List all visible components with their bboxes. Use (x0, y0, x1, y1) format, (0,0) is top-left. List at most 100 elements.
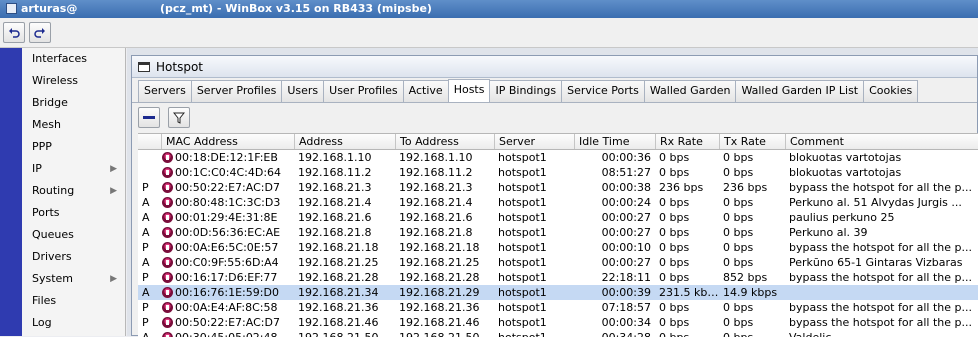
cell-address: 192.168.11.2 (298, 166, 372, 179)
sidebar-item-files[interactable]: Files (22, 290, 125, 312)
tab-cookies[interactable]: Cookies (863, 80, 919, 102)
column-header-tx-rate[interactable]: Tx Rate (720, 134, 786, 149)
tab-users[interactable]: Users (281, 80, 325, 102)
table-row[interactable]: 00:18:DE:12:1F:EB 192.168.1.10 192.168.1.1… (138, 150, 978, 165)
table-row[interactable]: A 00:C0:9F:55:6D:A4 192.168.21.25 192.168.2… (138, 255, 978, 270)
sidebar-item-routing[interactable]: Routing ▶ (22, 180, 125, 202)
cell-comment: bypass the hotspot for all the p... (789, 271, 972, 284)
hotspot-host-icon (162, 182, 173, 193)
column-header-to-address[interactable]: To Address (396, 134, 495, 149)
cell-comment: blokuotas vartotojas (789, 151, 902, 164)
tab-server-profiles[interactable]: Server Profiles (190, 80, 283, 102)
column-header-server[interactable]: Server (495, 134, 575, 149)
tab-walled-garden[interactable]: Walled Garden (643, 80, 737, 102)
sidebar-item-log[interactable]: Log (22, 312, 125, 334)
cell-flag: P (142, 316, 149, 329)
cell-flag (138, 165, 162, 180)
cell-mac: 00:0A:E6:5C:0E:57 (162, 240, 295, 255)
minus-icon (143, 116, 155, 119)
cell-idle: 00:00:36 (601, 151, 651, 164)
tab-ip-bindings[interactable]: IP Bindings (489, 80, 563, 102)
cell-to: 192.168.21.18 (399, 241, 480, 254)
sidebar-item-wireless[interactable]: Wireless (22, 70, 125, 92)
cell-server: hotspot1 (498, 196, 547, 209)
sidebar-item-label: Mesh (32, 118, 61, 131)
table-row[interactable]: P 00:50:22:E7:AC:D7 192.168.21.46 192.168.2… (138, 315, 978, 330)
sidebar-brand-strip (0, 48, 22, 336)
table-header: MAC Address Address To Address Server Idle T… (138, 134, 978, 150)
remove-button[interactable] (138, 107, 160, 128)
mac-address-text: 00:50:22:E7:AC:D7 (175, 316, 280, 329)
cell-tx: 0 bps (723, 166, 754, 179)
mac-address-text: 00:0A:E4:AF:8C:58 (175, 301, 278, 314)
table-row[interactable]: P 00:0A:E4:AF:8C:58 192.168.21.36 192.168.2… (138, 300, 978, 315)
hotspot-host-icon (162, 287, 173, 298)
column-header-rx-rate[interactable]: Rx Rate (656, 134, 720, 149)
redo-button[interactable] (29, 22, 51, 43)
hotspot-window-titlebar[interactable]: Hotspot (132, 56, 977, 78)
cell-rx: 0 bps (659, 271, 690, 284)
submenu-arrow-icon: ▶ (110, 164, 117, 174)
cell-idle: 00:00:10 (601, 241, 651, 254)
column-header-flag[interactable] (138, 134, 162, 149)
column-header-address[interactable]: Address (295, 134, 396, 149)
undo-icon (9, 27, 20, 38)
tab-user-profiles[interactable]: User Profiles (323, 80, 404, 102)
cell-mac: 00:50:22:E7:AC:D7 (162, 180, 295, 195)
column-header-mac-address[interactable]: MAC Address (162, 134, 295, 149)
cell-address: 192.168.1.10 (298, 151, 372, 164)
tab-servers[interactable]: Servers (138, 80, 192, 102)
sidebar-item-label: IP (32, 162, 42, 175)
sidebar-item-ports[interactable]: Ports (22, 202, 125, 224)
sidebar-item-system[interactable]: System ▶ (22, 268, 125, 290)
table-row[interactable]: A 00:80:48:1C:3C:D3 192.168.21.4 192.168.21… (138, 195, 978, 210)
sidebar-item-interfaces[interactable]: Interfaces (22, 48, 125, 70)
table-row[interactable]: P 00:0A:E6:5C:0E:57 192.168.21.18 192.168.2… (138, 240, 978, 255)
cell-address: 192.168.21.34 (298, 286, 379, 299)
cell-comment: bypass the hotspot for all the p... (789, 241, 972, 254)
mac-address-text: 00:C0:9F:55:6D:A4 (175, 256, 279, 269)
table-row[interactable]: P 00:16:17:D6:EF:77 192.168.21.28 192.168.2… (138, 270, 978, 285)
table-row[interactable]: 00:1C:C0:4C:4D:64 192.168.11.2 192.168.11.… (138, 165, 978, 180)
column-header-idle-time[interactable]: Idle Time (575, 134, 656, 149)
tab-active[interactable]: Active (402, 80, 449, 102)
cell-mac: 00:16:76:1E:59:D0 (162, 285, 295, 300)
filter-button[interactable] (168, 107, 190, 128)
cell-tx: 0 bps (723, 316, 754, 329)
table-row[interactable]: A 00:0D:56:36:EC:AE 192.168.21.8 192.168.21… (138, 225, 978, 240)
cell-mac: 00:16:17:D6:EF:77 (162, 270, 295, 285)
sidebar-item-label: Drivers (32, 250, 72, 263)
column-header-comment[interactable]: Comment (786, 134, 978, 149)
cell-flag: A (142, 226, 150, 239)
hotspot-host-icon (162, 167, 173, 178)
sidebar-item-label: Wireless (32, 74, 79, 87)
cell-flag: A (142, 196, 150, 209)
sidebar-item-drivers[interactable]: Drivers (22, 246, 125, 268)
sidebar-item-bridge[interactable]: Bridge (22, 92, 125, 114)
cell-idle: 00:00:24 (601, 196, 651, 209)
cell-to: 192.168.21.3 (399, 181, 473, 194)
table-row[interactable]: A 00:16:76:1E:59:D0 192.168.21.34 192.168.2… (138, 285, 978, 300)
cell-rx: 0 bps (659, 256, 690, 269)
tab-walled-garden-ip-list[interactable]: Walled Garden IP List (735, 80, 865, 102)
tab-hosts[interactable]: Hosts (447, 79, 491, 102)
hotspot-host-icon (162, 332, 173, 337)
table-row[interactable]: P 00:50:22:E7:AC:D7 192.168.21.3 192.168.21… (138, 180, 978, 195)
sidebar-item-ip[interactable]: IP ▶ (22, 158, 125, 180)
tab-service-ports[interactable]: Service Ports (561, 80, 645, 102)
sidebar-item-mesh[interactable]: Mesh (22, 114, 125, 136)
hotspot-host-icon (162, 242, 173, 253)
cell-address: 192.168.21.6 (298, 211, 372, 224)
hotspot-host-icon (162, 317, 173, 328)
cell-comment: Perkuno al. 39 (789, 226, 868, 239)
cell-flag: A (142, 256, 150, 269)
cell-idle: 00:00:27 (601, 256, 651, 269)
undo-button[interactable] (3, 22, 25, 43)
sidebar-item-queues[interactable]: Queues (22, 224, 125, 246)
cell-address: 192.168.21.28 (298, 271, 379, 284)
hotspot-host-icon (162, 197, 173, 208)
sidebar-item-ppp[interactable]: PPP (22, 136, 125, 158)
cell-server: hotspot1 (498, 151, 547, 164)
table-row[interactable]: A 00:01:29:4E:31:8E 192.168.21.6 192.168.21… (138, 210, 978, 225)
cell-address: 192.168.21.4 (298, 196, 372, 209)
